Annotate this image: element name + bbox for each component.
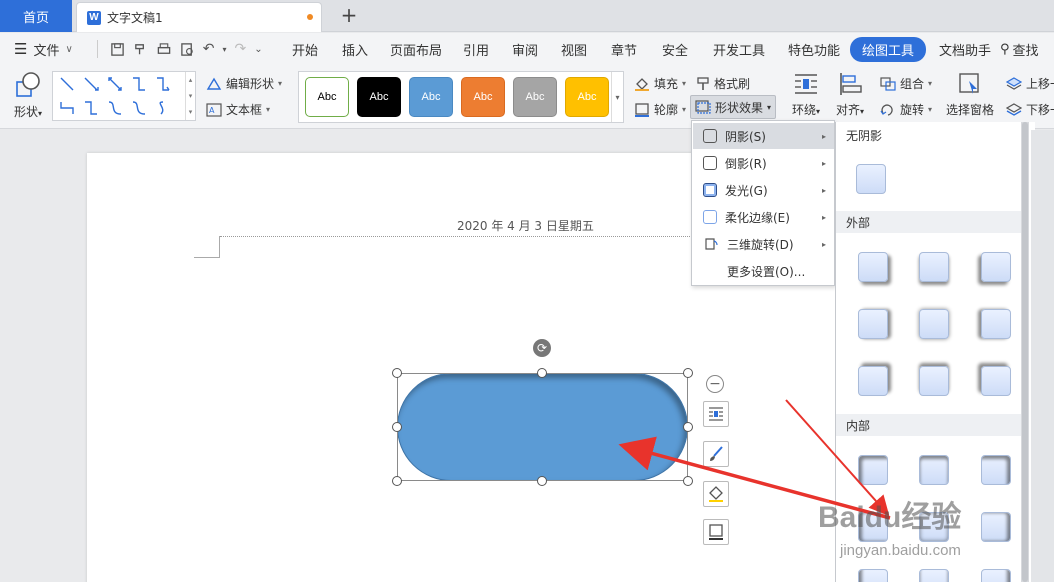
baidu-watermark: Baidu经验 jingyan.baidu.com [818,462,1028,582]
watermark-brand: Baidu经验 [818,501,962,534]
watermark-url: jingyan.baidu.com [840,542,961,559]
